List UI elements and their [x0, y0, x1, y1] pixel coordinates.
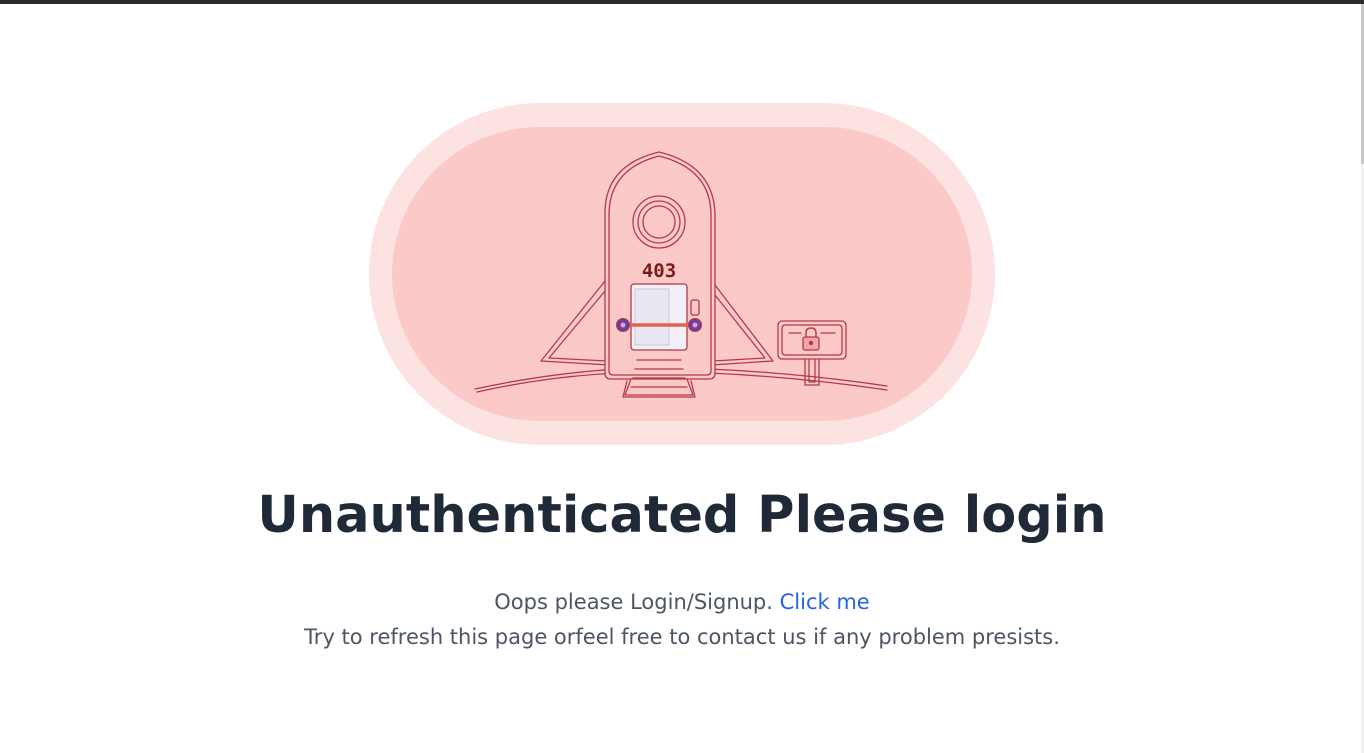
browser-top-bar: [0, 0, 1364, 4]
rocket-lock-illustration: 403: [369, 103, 995, 445]
error-message: Oops please Login/Signup. Click me Try t…: [0, 585, 1364, 655]
page-title: Unauthenticated Please login: [257, 486, 1107, 545]
rocket-door-panel: [634, 288, 670, 346]
login-prompt-text: Oops please Login/Signup.: [494, 590, 780, 614]
bolt-left-center: [620, 322, 626, 328]
login-link[interactable]: Click me: [780, 590, 870, 614]
bolt-right-center: [692, 322, 698, 328]
error-code-label: 403: [642, 260, 676, 282]
message-line-2: Try to refresh this page orfeel free to …: [304, 625, 1060, 649]
message-line-1: Oops please Login/Signup. Click me: [0, 585, 1364, 620]
rocket-lock-icon: 403: [369, 103, 995, 445]
